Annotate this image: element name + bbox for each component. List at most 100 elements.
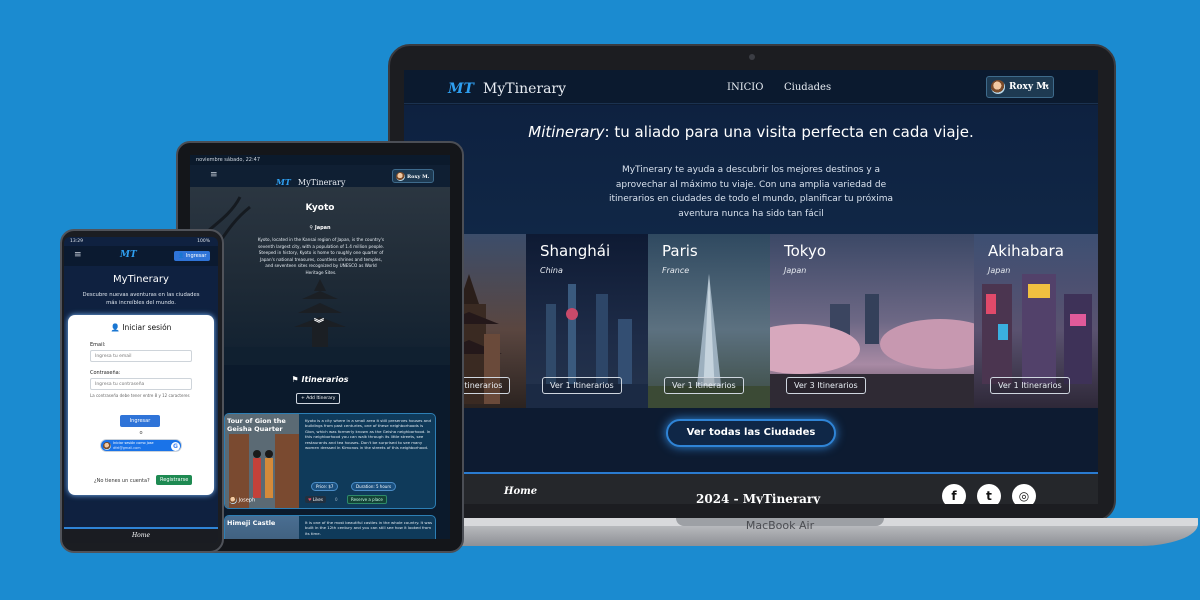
add-itinerary-button[interactable]: + Add Itinerary xyxy=(296,393,341,404)
hero-title: Mitinerary: tu aliado para una visita pe… xyxy=(404,123,1098,141)
city-card-paris[interactable]: Paris France Ver 1 Itinerarios xyxy=(648,234,770,408)
itinerary-title: Himeji Castle xyxy=(227,519,276,527)
nav-link-home[interactable]: INICIO xyxy=(727,82,763,93)
logo-name: MyTinerary xyxy=(483,81,567,97)
likes-label: Likes xyxy=(312,497,323,502)
hamburger-icon[interactable]: ≡ xyxy=(210,170,218,180)
itinerary-image: Himeji Castle xyxy=(225,516,299,539)
itineraries-title: Itinerarios xyxy=(301,375,349,384)
city-name: Akihabara xyxy=(988,242,1064,260)
nav-link-cities[interactable]: Ciudades xyxy=(784,82,831,93)
footer-home-link[interactable]: Home xyxy=(132,532,150,539)
user-icon: 👤 xyxy=(178,253,185,259)
footer-home-link[interactable]: Home xyxy=(504,486,537,497)
city-country: Japan xyxy=(784,266,807,275)
tablet-status-bar: noviembre sábado, 22:47 xyxy=(190,155,450,165)
user-name: Roxy M. xyxy=(407,174,430,180)
phone-status-bar: 13:29 100% xyxy=(64,237,218,246)
login-card: 👤 Iniciar sesión Email: Ingresa tu email… xyxy=(68,315,214,495)
footer-copyright: 2024 - MyTinerary xyxy=(696,492,821,504)
city-country: China xyxy=(540,266,563,275)
city-hero: Kyoto ⚲ Japan Kyoto, located in the Kans… xyxy=(190,187,450,365)
login-title-text: Iniciar sesión xyxy=(122,323,172,332)
city-country: France xyxy=(662,266,690,275)
like-button[interactable]: ♥ Likes xyxy=(305,496,326,503)
password-field[interactable]: Ingresa tu contraseña xyxy=(90,378,192,390)
phone-title: MyTinerary xyxy=(113,274,169,285)
itinerary-title: Tour of Gion the Geisha Quarter xyxy=(227,417,286,433)
itinerary-card: Tour of Gion the Geisha Quarter Joseph K… xyxy=(224,413,436,509)
twitter-icon[interactable]: t xyxy=(977,484,1001,504)
laptop-device-label: MacBook Air xyxy=(745,519,815,532)
city-card-akihabara[interactable]: Akihabara Japan Ver 1 Itinerarios xyxy=(974,234,1098,408)
city-card-shanghai[interactable]: Shanghái China Ver 1 Itinerarios xyxy=(526,234,648,408)
itinerary-image: Tour of Gion the Geisha Quarter Joseph xyxy=(225,414,299,508)
city-title: Kyoto xyxy=(305,203,335,213)
google-account-name: Iniciar sesión como Jose xyxy=(113,441,154,445)
login-button[interactable]: 👤 Ingresar xyxy=(174,251,211,261)
tablet-screen: noviembre sábado, 22:47 ≡ MT MyTinerary … xyxy=(190,155,450,539)
login-title: 👤 Iniciar sesión xyxy=(68,323,214,332)
google-signin-button[interactable]: Iniciar sesión como Jose dfel@gmail.com … xyxy=(100,439,182,452)
itineraries-heading: ⚑ Itinerarios xyxy=(190,375,450,384)
facebook-icon[interactable]: f xyxy=(942,484,966,504)
user-name: Roxy M. xyxy=(1009,82,1050,92)
city-country: ⚲ Japan xyxy=(190,225,450,231)
register-button[interactable]: Registrarse xyxy=(156,475,193,485)
city-name: Shanghái xyxy=(540,242,611,260)
price-badge: Price: $7 xyxy=(311,482,339,491)
hamburger-icon[interactable]: ≡ xyxy=(74,250,82,260)
all-cities-button[interactable]: Ver todas las Ciudades xyxy=(666,419,836,447)
logo-name: MyTinerary xyxy=(297,178,346,187)
phone-subtitle: Descubre nuevas aventuras en las ciudade… xyxy=(82,292,200,306)
chevron-down-icon: ▾ xyxy=(1045,81,1049,90)
cities-carousel: Itinerarios Shanghái China Ver 1 Itinera… xyxy=(404,234,1098,408)
login-button-label: Ingresar xyxy=(185,253,207,259)
itinerary-text: Kyoto is a city where in a small area it… xyxy=(305,418,431,451)
avatar xyxy=(103,442,111,450)
city-button[interactable]: Ver 3 Itinerarios xyxy=(786,377,866,394)
duration-badge: Duration: 5 hours xyxy=(351,482,397,491)
city-country-label: Japan xyxy=(314,225,331,231)
brand-logo[interactable]: MT MyTinerary xyxy=(448,78,566,97)
no-account-text: ¿No tienes un cuenta? xyxy=(94,478,150,484)
city-button[interactable]: Ver 1 Itinerarios xyxy=(990,377,1070,394)
logo-mark[interactable]: MT xyxy=(120,250,137,260)
chevron-double-down-icon[interactable]: ︾ xyxy=(314,315,324,330)
google-icon: G xyxy=(171,442,180,451)
city-card-tokyo[interactable]: Tokyo Japan Ver 3 Itinerarios xyxy=(770,234,974,408)
laptop-camera xyxy=(749,54,755,60)
hero-text: MyTinerary te ayuda a descubrir los mejo… xyxy=(608,165,894,219)
tablet-navbar: ≡ MT MyTinerary Roxy M. xyxy=(190,165,450,187)
user-check-icon: 👤 xyxy=(110,323,120,332)
user-menu-button[interactable]: Roxy M. xyxy=(392,169,434,183)
logo-mark: MT xyxy=(448,81,474,97)
heart-icon: ♥ xyxy=(308,497,312,502)
hero-section: Mitinerary: tu aliado para una visita pe… xyxy=(404,105,1098,235)
phone-footer: Home xyxy=(64,527,218,543)
instagram-icon[interactable]: ◎ xyxy=(1012,484,1036,504)
user-menu-button[interactable]: Roxy M. ▾ xyxy=(986,76,1054,98)
tablet-status-time: noviembre sábado, 22:47 xyxy=(196,157,261,163)
itinerary-text: It is one of the most beautiful castles … xyxy=(305,520,433,536)
signpost-icon: ⚑ xyxy=(291,375,299,384)
reserve-button[interactable]: Reserve a place xyxy=(347,495,387,504)
author-avatar xyxy=(229,496,237,504)
location-pin-icon: ⚲ xyxy=(309,225,314,231)
phone-screen: 13:29 100% ≡ MT 👤 Ingresar MyTinerary De… xyxy=(64,237,218,543)
author-name: Joseph xyxy=(238,497,256,504)
city-description: Kyoto, located in the Kansai region of J… xyxy=(257,237,385,275)
city-button[interactable]: Ver 1 Itinerarios xyxy=(542,377,622,394)
avatar xyxy=(396,172,405,181)
google-account-email: dfel@gmail.com xyxy=(113,446,141,450)
laptop-footer: Home 2024 - MyTinerary f t ◎ xyxy=(404,472,1098,504)
city-button[interactable]: Ver 1 Itinerarios xyxy=(664,377,744,394)
battery-level: 100% xyxy=(197,239,210,244)
logo-mark: MT xyxy=(276,177,291,187)
or-divider: o xyxy=(139,430,143,436)
email-field[interactable]: Ingresa tu email xyxy=(90,350,192,362)
city-country: Japan xyxy=(988,266,1011,275)
hero-title-emphasis: Mitinerary xyxy=(528,123,605,141)
submit-button[interactable]: Ingresar xyxy=(120,415,160,427)
phone-status-time: 13:29 xyxy=(70,239,83,244)
